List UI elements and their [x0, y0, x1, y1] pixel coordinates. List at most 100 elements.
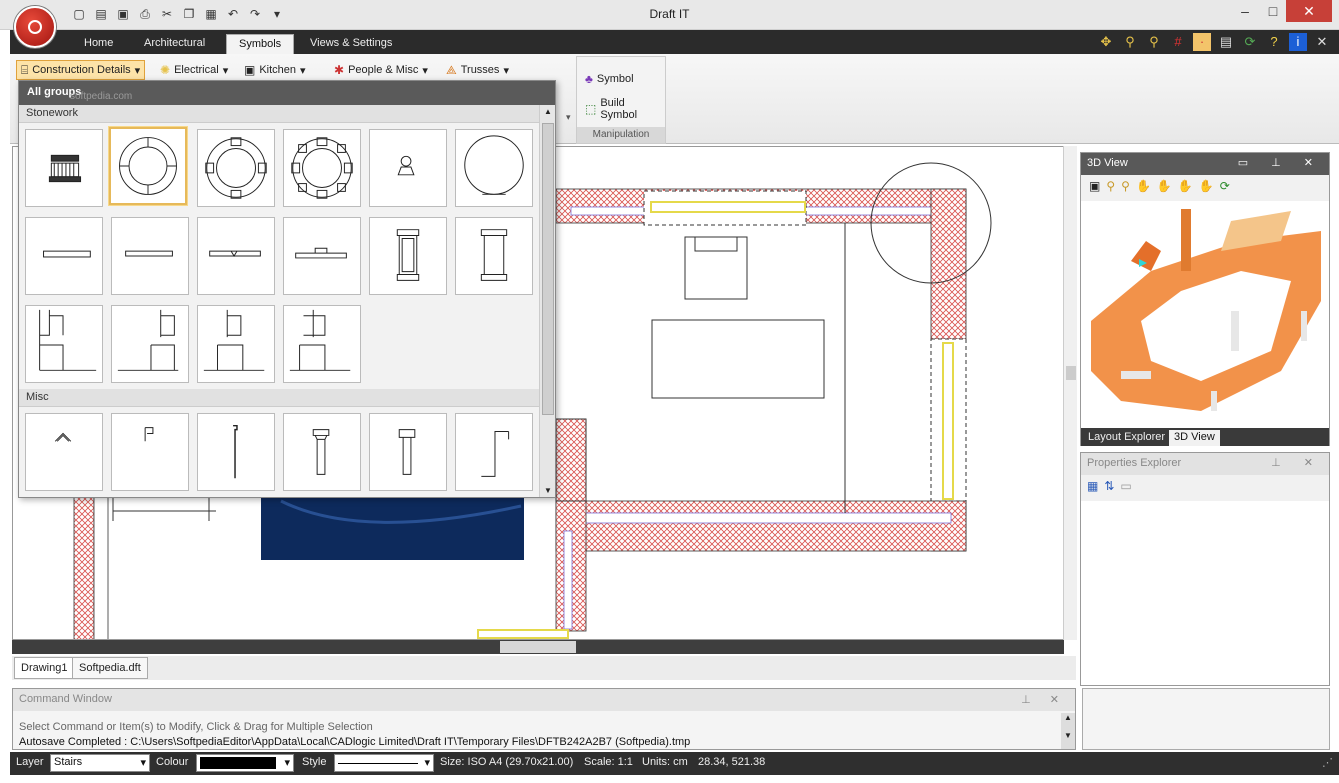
- vscroll-thumb[interactable]: [1066, 366, 1076, 380]
- title-bar: ▢ ▤ ▣ ⎙ ✂ ❐ ▦ ↶ ↷ ▾ Draft IT – □ ✕: [0, 0, 1339, 30]
- panel-controls-icon[interactable]: ⊥ ✕: [1271, 456, 1323, 469]
- manipulation-group: ♣ Symbol ⬚ Build Symbol Manipulation: [576, 56, 666, 144]
- save-icon[interactable]: ▣: [1089, 179, 1100, 197]
- rotate-left-icon[interactable]: ✋: [1136, 179, 1151, 197]
- panel-controls-icon[interactable]: ⊥ ✕: [1021, 693, 1067, 706]
- snap-icon[interactable]: ·: [1193, 33, 1211, 51]
- tab-architectural[interactable]: Architectural: [132, 34, 217, 54]
- gallery-scroll-thumb[interactable]: [542, 123, 554, 415]
- gallery-scrollbar[interactable]: ▲ ▼: [539, 105, 555, 497]
- chevron-down-icon: ▾: [503, 64, 509, 77]
- zoom-extents-icon[interactable]: ✥: [1097, 33, 1115, 51]
- scroll-down-icon[interactable]: ▼: [544, 486, 552, 495]
- symbol-bollard-1[interactable]: [283, 413, 361, 491]
- command-scrollbar[interactable]: ▲ ▼: [1061, 713, 1075, 749]
- symbol-wall-section-2[interactable]: [111, 305, 189, 383]
- symbol-wall-section-3[interactable]: [197, 305, 275, 383]
- symbol-sill-3[interactable]: [197, 217, 275, 295]
- symbol-pier-2[interactable]: [455, 217, 533, 295]
- clipboard-icon[interactable]: ▤: [1217, 33, 1235, 51]
- symbol-sphere[interactable]: [455, 129, 533, 207]
- build-symbol-button[interactable]: ⬚ Build Symbol: [581, 97, 665, 121]
- group-misc-header: Misc: [19, 389, 539, 407]
- tab-softpedia-dft[interactable]: Softpedia.dft: [72, 657, 148, 679]
- zoom-window-icon[interactable]: ⚲: [1145, 33, 1163, 51]
- chevron-down-icon: ▾: [222, 64, 229, 77]
- grid-icon[interactable]: #: [1169, 33, 1187, 51]
- tab-drawing1[interactable]: Drawing1: [14, 657, 75, 679]
- tab-home[interactable]: Home: [72, 34, 125, 54]
- symbol-step-profile[interactable]: [455, 413, 533, 491]
- minimize-button[interactable]: –: [1230, 0, 1260, 22]
- people-misc-button[interactable]: ✱ People & Misc ▾: [330, 60, 432, 80]
- construction-icon: ⌸: [21, 62, 29, 77]
- sort-alpha-icon[interactable]: ⇅: [1104, 479, 1114, 497]
- ribbon-close-icon[interactable]: ✕: [1313, 33, 1331, 51]
- zoom-in-icon[interactable]: ⚲: [1106, 179, 1115, 197]
- property-pages-icon[interactable]: ▭: [1120, 479, 1131, 497]
- properties-toolbar: ▦ ⇅ ▭: [1081, 475, 1329, 501]
- canvas-vertical-scrollbar[interactable]: [1063, 146, 1077, 640]
- symbol-pier-1[interactable]: [369, 217, 447, 295]
- scroll-up-icon[interactable]: ▲: [544, 107, 552, 116]
- tab-3d-view[interactable]: 3D View: [1169, 430, 1220, 446]
- watermark: softpedia.com: [70, 91, 133, 102]
- gallery-more-icon[interactable]: ▾: [566, 112, 571, 123]
- tab-views-settings[interactable]: Views & Settings: [298, 34, 404, 54]
- symbol-column-8block[interactable]: [283, 129, 361, 207]
- symbol-column-4block[interactable]: [197, 129, 275, 207]
- layer-label: Layer: [16, 756, 44, 768]
- panel-controls-icon[interactable]: ▭ ⊥ ✕: [1238, 156, 1323, 169]
- resize-grip-icon[interactable]: ⋰: [1322, 756, 1333, 769]
- symbol-flag[interactable]: [111, 413, 189, 491]
- style-select[interactable]: ▾: [334, 754, 434, 772]
- colour-select[interactable]: ▾: [196, 754, 294, 772]
- 3d-model-view[interactable]: [1081, 201, 1329, 429]
- 3d-view-toolbar: ▣ ⚲ ⚲ ✋ ✋ ✋ ✋ ⟳: [1081, 175, 1329, 201]
- maximize-button[interactable]: □: [1258, 0, 1288, 22]
- command-output: Autosave Completed : C:\Users\SoftpediaE…: [19, 736, 691, 748]
- chevron-down-icon: ▾: [422, 64, 428, 77]
- tab-layout-explorer[interactable]: Layout Explorer: [1083, 430, 1170, 446]
- refresh-icon[interactable]: ⟳: [1241, 33, 1259, 51]
- zoom-in-icon[interactable]: ⚲: [1121, 33, 1139, 51]
- application-menu-button[interactable]: [14, 6, 56, 48]
- cursor-coords: 28.34, 521.38: [698, 756, 766, 768]
- symbol-arch[interactable]: [25, 413, 103, 491]
- rotate-up-icon[interactable]: ✋: [1157, 179, 1172, 197]
- rotate-down-icon[interactable]: ✋: [1178, 179, 1193, 197]
- kitchen-button[interactable]: ▣ Kitchen ▾: [240, 60, 310, 80]
- construction-details-button[interactable]: ⌸ Construction Details ▾: [16, 60, 146, 80]
- zoom-out-icon[interactable]: ⚲: [1121, 179, 1130, 197]
- chevron-down-icon: ▾: [300, 64, 306, 77]
- symbol-sill-1[interactable]: [25, 217, 103, 295]
- info-icon[interactable]: i: [1289, 33, 1307, 51]
- symbol-sill-2[interactable]: [111, 217, 189, 295]
- symbol-button[interactable]: ♣ Symbol: [581, 69, 638, 89]
- refresh-icon[interactable]: ⟳: [1220, 179, 1230, 197]
- properties-header: Properties Explorer ⊥ ✕: [1081, 453, 1329, 475]
- close-button[interactable]: ✕: [1286, 0, 1332, 22]
- symbol-wall-section-1[interactable]: [25, 305, 103, 383]
- symbol-bollard-2[interactable]: [369, 413, 447, 491]
- help-icon[interactable]: ?: [1265, 33, 1283, 51]
- symbol-icon: ♣: [585, 72, 593, 86]
- 3d-house-model: [1091, 209, 1321, 411]
- symbol-balustrade[interactable]: [25, 129, 103, 207]
- stove-icon: ▣: [244, 63, 256, 77]
- trusses-button[interactable]: ⟁ Trusses ▾: [442, 60, 513, 80]
- layer-select[interactable]: Stairs ▾: [50, 754, 150, 772]
- categorized-icon[interactable]: ▦: [1087, 479, 1098, 497]
- symbol-column-ring[interactable]: [109, 127, 187, 205]
- symbol-post[interactable]: [197, 413, 275, 491]
- symbol-wall-section-4[interactable]: [283, 305, 361, 383]
- electrical-button[interactable]: ✺ Electrical ▾: [156, 60, 232, 80]
- tab-symbols[interactable]: Symbols: [226, 34, 295, 54]
- symbol-finial[interactable]: [369, 129, 447, 207]
- hscroll-thumb[interactable]: [500, 641, 576, 653]
- symbol-sill-4[interactable]: [283, 217, 361, 295]
- canvas-horizontal-scrollbar[interactable]: [12, 640, 1064, 654]
- ribbon-tab-bar: Home Architectural Symbols Views & Setti…: [10, 30, 1339, 54]
- rotate-right-icon[interactable]: ✋: [1199, 179, 1214, 197]
- chevron-down-icon: ▾: [134, 64, 141, 77]
